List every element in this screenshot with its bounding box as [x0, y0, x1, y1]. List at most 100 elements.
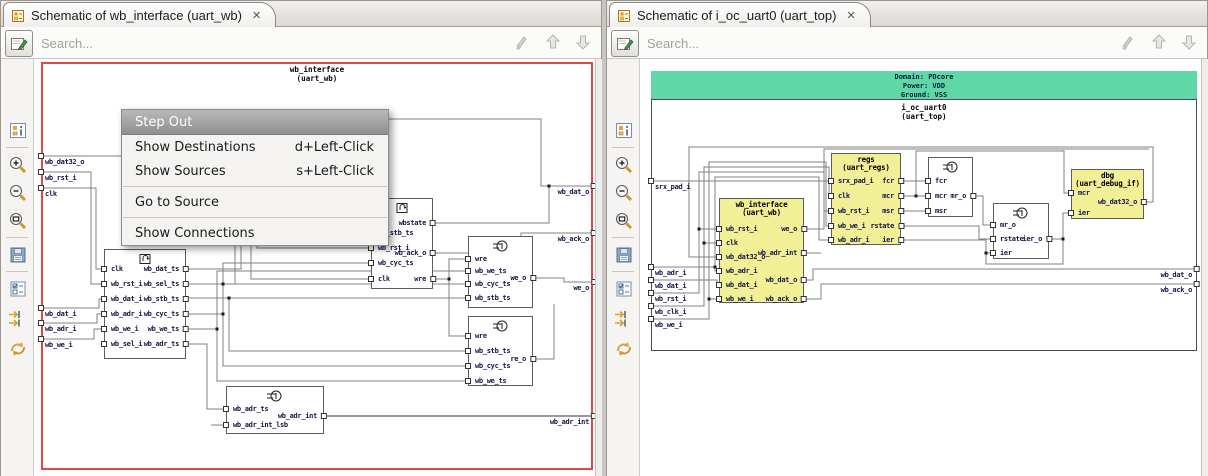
clear-search-icon[interactable]: [513, 32, 531, 52]
zoom-fit-button[interactable]: [6, 209, 29, 232]
edge-port[interactable]: wb_dat_o: [1161, 266, 1201, 279]
port-label[interactable]: wb_dat_ts: [144, 265, 190, 273]
port-label[interactable]: clk: [828, 192, 850, 200]
port-label[interactable]: wb_adr_int: [758, 249, 808, 257]
menu-item-step-out[interactable]: Step Out: [122, 110, 388, 135]
port-label[interactable]: wb_we_ts: [464, 267, 507, 275]
close-icon[interactable]: ✕: [846, 9, 855, 22]
port-label[interactable]: ier_o: [1022, 235, 1052, 243]
edge-port[interactable]: clk: [38, 185, 57, 198]
filters-button[interactable]: [6, 277, 29, 300]
port-label[interactable]: wbstate: [399, 219, 437, 227]
edge-port[interactable]: wb_rst_i: [37, 169, 77, 182]
properties-button[interactable]: [6, 119, 29, 142]
port-label[interactable]: wb_rst_i: [100, 280, 143, 288]
menu-item-show-destinations[interactable]: Show Destinations d+Left-Click: [122, 135, 388, 159]
port-label[interactable]: wb_adr_i: [715, 267, 758, 275]
port-label[interactable]: mcr: [882, 192, 904, 200]
port-label[interactable]: wb_dat_i: [100, 295, 143, 303]
zoom-in-button[interactable]: [612, 153, 635, 176]
find-previous-icon[interactable]: [545, 32, 561, 52]
port-label[interactable]: wb_rst_i: [827, 207, 870, 215]
new-schematic-view-button[interactable]: [5, 30, 33, 57]
menu-item-go-to-source[interactable]: Go to Source: [122, 190, 388, 214]
port-label[interactable]: wre: [465, 255, 487, 263]
port-label[interactable]: wb_ack_o: [766, 295, 808, 303]
port-label[interactable]: wb_adr_int: [278, 412, 328, 420]
port-label[interactable]: fcr: [882, 177, 904, 185]
port-label[interactable]: ier: [1068, 209, 1090, 217]
port-label[interactable]: wb_we_ts: [464, 377, 507, 385]
edge-port[interactable]: wb_ack_o: [558, 230, 595, 243]
port-label[interactable]: wb_adr_i: [100, 310, 143, 318]
find-next-icon[interactable]: [1181, 32, 1197, 52]
edge-port[interactable]: wb_we_i: [647, 316, 683, 329]
port-label[interactable]: wb_adr_i: [827, 236, 870, 244]
schematic-canvas-right[interactable]: Domain: PDcore Power: VDD Ground: VSS i_…: [640, 59, 1201, 476]
port-label[interactable]: we_o: [510, 274, 536, 282]
port-label[interactable]: wb_cyc_ts: [464, 362, 511, 370]
search-input[interactable]: [39, 31, 443, 55]
vertical-scrollbar[interactable]: [1201, 59, 1208, 476]
port-label[interactable]: clk: [101, 265, 123, 273]
clear-search-icon[interactable]: [1119, 32, 1137, 52]
edge-port[interactable]: wb_rst_i: [647, 290, 687, 303]
port-label[interactable]: wb_stb_ts: [464, 294, 511, 302]
edge-port[interactable]: wb_clk_i: [647, 303, 687, 316]
edge-port[interactable]: wb_adr_i: [37, 320, 77, 333]
edge-port[interactable]: wb_ack_o: [1161, 281, 1201, 294]
port-label[interactable]: wb_rst_i: [715, 225, 758, 233]
port-label[interactable]: wb_cyc_ts: [367, 259, 414, 267]
search-input[interactable]: [645, 31, 1049, 55]
edge-port[interactable]: srx_pad_i: [647, 178, 691, 191]
find-previous-icon[interactable]: [1151, 32, 1167, 52]
save-button[interactable]: [612, 243, 635, 266]
port-label[interactable]: rstate: [990, 235, 1024, 243]
edge-port[interactable]: wb_adr_i: [647, 264, 687, 277]
port-label[interactable]: msr: [882, 207, 904, 215]
port-label[interactable]: wb_we_i: [100, 325, 139, 333]
port-label[interactable]: srx_pad_i: [827, 177, 874, 185]
zoom-out-button[interactable]: [6, 181, 29, 204]
port-label[interactable]: wb_dat32_o: [1098, 198, 1148, 206]
port-label[interactable]: wb_we_i: [827, 222, 866, 230]
edge-port[interactable]: wb_adr_int: [550, 413, 595, 426]
port-label[interactable]: wb_cyc_ts: [464, 280, 511, 288]
new-schematic-view-button[interactable]: [611, 30, 639, 57]
close-icon[interactable]: ✕: [252, 9, 261, 22]
tab-schematic-wb-interface[interactable]: Schematic of wb_interface (uart_wb) ✕: [3, 2, 277, 28]
port-label[interactable]: rstate: [871, 222, 904, 230]
port-label[interactable]: wb_stb_ts: [464, 347, 511, 355]
edge-port[interactable]: wb_dat_i: [37, 305, 77, 318]
edge-port[interactable]: we_o: [573, 279, 595, 292]
port-label[interactable]: ier: [990, 249, 1012, 257]
port-label[interactable]: wre: [465, 332, 487, 340]
find-next-icon[interactable]: [575, 32, 591, 52]
port-label[interactable]: mr_o: [950, 192, 976, 200]
port-label[interactable]: clk: [368, 275, 390, 283]
port-label[interactable]: fcr: [925, 177, 947, 185]
properties-button[interactable]: [612, 119, 635, 142]
port-label[interactable]: wb_adr_ts: [144, 340, 190, 348]
port-label[interactable]: wb_stb_ts: [144, 295, 190, 303]
port-label[interactable]: mcr: [1068, 189, 1090, 197]
port-label[interactable]: wb_we_i: [715, 295, 754, 303]
zoom-in-button[interactable]: [6, 153, 29, 176]
pin-trace-button[interactable]: [6, 307, 29, 330]
port-label[interactable]: wre: [414, 275, 436, 283]
port-label[interactable]: msr: [925, 207, 947, 215]
port-label[interactable]: mcr: [925, 192, 947, 200]
menu-item-show-sources[interactable]: Show Sources s+Left-Click: [122, 159, 388, 183]
port-label[interactable]: we_o: [781, 225, 807, 233]
port-label[interactable]: wb_adr_int_lsb: [223, 421, 288, 429]
tab-schematic-i-oc-uart0[interactable]: Schematic of i_oc_uart0 (uart_top) ✕: [609, 2, 871, 28]
pin-trace-button[interactable]: [612, 307, 635, 330]
edge-port[interactable]: wb_dat_o: [558, 183, 595, 196]
filters-button[interactable]: [612, 277, 635, 300]
edge-port[interactable]: wb_dat_i: [647, 277, 687, 290]
port-label[interactable]: wb_sel_i: [100, 340, 143, 348]
port-label[interactable]: re_o: [510, 355, 536, 363]
port-label[interactable]: wb_sel_ts: [144, 280, 190, 288]
port-label[interactable]: wb_dat_o: [766, 276, 808, 284]
port-label[interactable]: clk: [716, 239, 738, 247]
